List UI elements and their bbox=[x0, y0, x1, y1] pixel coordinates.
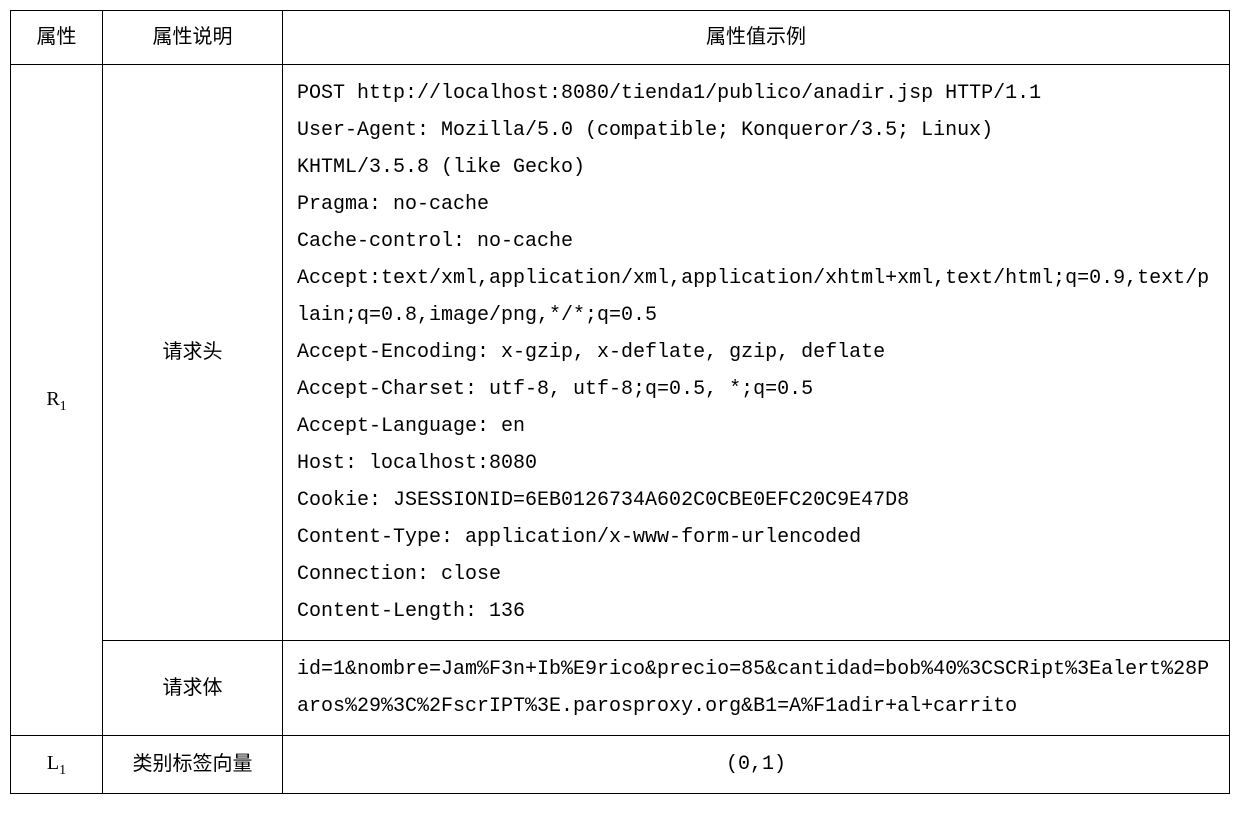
header-row: 属性 属性说明 属性值示例 bbox=[11, 11, 1230, 65]
row-r1-header: R1 请求头 POST http://localhost:8080/tienda… bbox=[11, 65, 1230, 641]
header-example: 属性值示例 bbox=[283, 11, 1230, 65]
row-l1: L1 类别标签向量 (0,1) bbox=[11, 736, 1230, 794]
cell-r1-desc-header: 请求头 bbox=[103, 65, 283, 641]
header-desc: 属性说明 bbox=[103, 11, 283, 65]
cell-r1-desc-body: 请求体 bbox=[103, 641, 283, 736]
row-r1-body: 请求体 id=1&nombre=Jam%F3n+Ib%E9rico&precio… bbox=[11, 641, 1230, 736]
header-attr: 属性 bbox=[11, 11, 103, 65]
cell-l1-attr: L1 bbox=[11, 736, 103, 794]
cell-r1-example-header: POST http://localhost:8080/tienda1/publi… bbox=[283, 65, 1230, 641]
cell-l1-desc: 类别标签向量 bbox=[103, 736, 283, 794]
cell-r1-example-body: id=1&nombre=Jam%F3n+Ib%E9rico&precio=85&… bbox=[283, 641, 1230, 736]
cell-l1-example: (0,1) bbox=[283, 736, 1230, 794]
cell-r1-attr: R1 bbox=[11, 65, 103, 736]
attribute-table: 属性 属性说明 属性值示例 R1 请求头 POST http://localho… bbox=[10, 10, 1230, 794]
